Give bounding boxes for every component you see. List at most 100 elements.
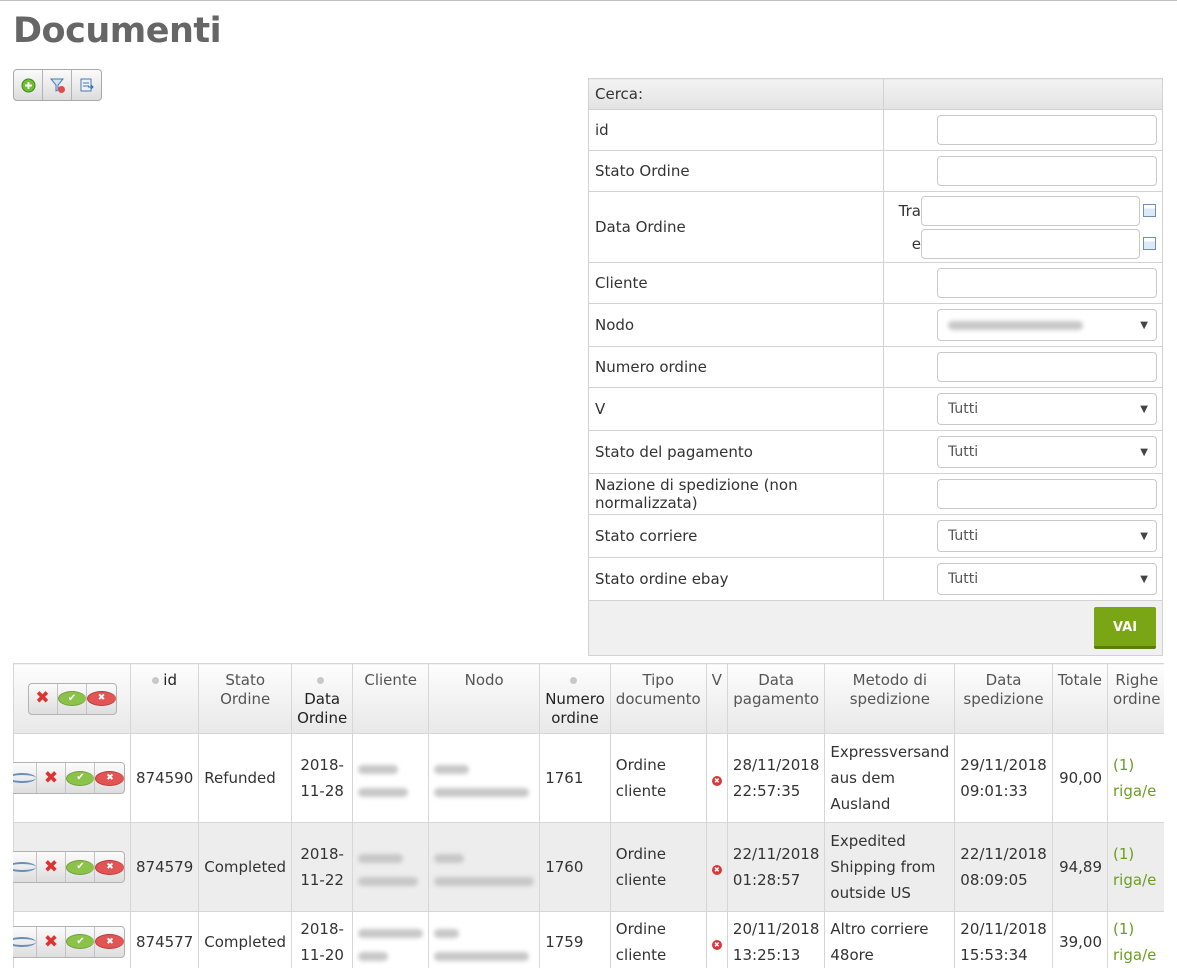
col-totale[interactable]: Totale — [1052, 664, 1107, 734]
col-stato-ordine[interactable]: Stato Ordine — [199, 664, 292, 734]
righe-link[interactable]: (1) riga/e — [1113, 756, 1156, 800]
view-button[interactable] — [13, 763, 37, 793]
sort-icon — [570, 677, 577, 684]
approve-button[interactable]: ✔ — [66, 763, 95, 793]
col-v[interactable]: V — [706, 664, 727, 734]
cell-v: ✖ — [706, 912, 727, 968]
stato-ebay-select[interactable]: Tutti▼ — [937, 563, 1157, 595]
close-icon: ✖ — [95, 860, 124, 875]
check-icon: ✔ — [66, 934, 94, 949]
vai-button[interactable]: VAI — [1094, 607, 1156, 649]
righe-link[interactable]: (1) riga/e — [1113, 845, 1156, 889]
cell-numero: 1760 — [540, 823, 611, 912]
approve-all-button[interactable]: ✔ — [58, 684, 87, 714]
stato-pagamento-select[interactable]: Tutti▼ — [937, 436, 1157, 468]
col-data-spedizione[interactable]: Data spedizione — [955, 664, 1052, 734]
chevron-down-icon: ▼ — [1140, 404, 1148, 415]
col-cliente[interactable]: Cliente — [353, 664, 429, 734]
data-ordine-label: Data Ordine — [589, 192, 884, 263]
id-input[interactable] — [937, 115, 1157, 145]
cell-nodo — [429, 912, 540, 968]
cell-metodo: Altro corriere 48ore — [825, 912, 955, 968]
delete-all-button[interactable]: ✖ — [29, 684, 58, 714]
delete-button[interactable]: ✖ — [37, 763, 66, 793]
cell-totale: 90,00 — [1052, 734, 1107, 823]
col-metodo-spedizione[interactable]: Metodo di spedizione — [825, 664, 955, 734]
magnifier-icon — [13, 937, 36, 947]
cell-nodo — [429, 823, 540, 912]
calendar-icon[interactable] — [1143, 204, 1156, 217]
cell-righe[interactable]: (1) riga/e — [1108, 823, 1164, 912]
redacted-value — [358, 877, 418, 886]
col-tipo-documento[interactable]: Tipo documento — [610, 664, 706, 734]
table-row: ✖ ✔ ✖ 874590 Refunded 2018-11-28 1761 Or… — [14, 734, 1165, 823]
cell-id: 874590 — [131, 734, 199, 823]
reject-button[interactable]: ✖ — [95, 927, 124, 957]
delete-icon: ✖ — [37, 854, 65, 880]
view-button[interactable] — [13, 927, 37, 957]
delete-icon: ✖ — [29, 689, 57, 708]
col-numero-ordine[interactable]: Numero ordine — [540, 664, 611, 734]
cell-metodo: Expressversand aus dem Ausland — [825, 734, 955, 823]
results-grid: ✖ ✔ ✖ id Stato Ordine Data Ordine Client… — [13, 663, 1164, 968]
clear-filter-button[interactable] — [43, 70, 72, 100]
col-righe-ordine[interactable]: Righe ordine — [1108, 664, 1164, 734]
cell-data-spedizione: 29/11/2018 09:01:33 — [955, 734, 1052, 823]
reject-button[interactable]: ✖ — [95, 763, 124, 793]
cell-metodo: Expedited Shipping from outside US — [825, 823, 955, 912]
v-label: V — [589, 388, 884, 431]
chevron-down-icon: ▼ — [1140, 447, 1148, 458]
e-label: e — [912, 235, 921, 253]
righe-link[interactable]: (1) riga/e — [1113, 920, 1156, 964]
cell-tipo: Ordine cliente — [610, 734, 706, 823]
check-icon: ✔ — [66, 771, 94, 786]
stato-corriere-label: Stato corriere — [589, 515, 884, 558]
stato-corriere-select[interactable]: Tutti▼ — [937, 520, 1157, 552]
table-row: ✖ ✔ ✖ 874577 Completed 2018-11-20 1759 O… — [14, 912, 1165, 968]
cell-tipo: Ordine cliente — [610, 912, 706, 968]
approve-button[interactable]: ✔ — [66, 852, 95, 882]
v-select[interactable]: Tutti▼ — [937, 393, 1157, 425]
cell-righe[interactable]: (1) riga/e — [1108, 734, 1164, 823]
col-data-pagamento[interactable]: Data pagamento — [727, 664, 824, 734]
cell-data-spedizione: 22/11/2018 08:09:05 — [955, 823, 1052, 912]
cell-data-pagamento: 20/11/2018 13:25:13 — [727, 912, 824, 968]
cell-numero: 1759 — [540, 912, 611, 968]
col-data-ordine[interactable]: Data Ordine — [292, 664, 353, 734]
cell-nodo — [429, 734, 540, 823]
nazione-input[interactable] — [937, 479, 1157, 509]
row-actions: ✖ ✔ ✖ — [13, 851, 125, 883]
cell-stato: Completed — [199, 912, 292, 968]
cliente-input[interactable] — [937, 268, 1157, 298]
status-error-icon: ✖ — [712, 865, 722, 875]
reject-all-button[interactable]: ✖ — [87, 684, 116, 714]
date-from-input[interactable] — [921, 196, 1140, 226]
reject-button[interactable]: ✖ — [95, 852, 124, 882]
nodo-select[interactable]: ▼ — [937, 309, 1157, 341]
close-icon: ✖ — [95, 771, 124, 786]
delete-button[interactable]: ✖ — [37, 852, 66, 882]
cell-data: 2018-11-20 — [292, 912, 353, 968]
delete-button[interactable]: ✖ — [37, 927, 66, 957]
redacted-value — [434, 788, 529, 797]
cell-righe[interactable]: (1) riga/e — [1108, 912, 1164, 968]
date-to-input[interactable] — [921, 229, 1140, 259]
calendar-icon[interactable] — [1143, 237, 1156, 250]
check-icon: ✔ — [58, 691, 86, 706]
redacted-value — [358, 788, 408, 797]
cell-stato: Completed — [199, 823, 292, 912]
export-button[interactable] — [72, 70, 101, 100]
view-button[interactable] — [13, 852, 37, 882]
col-id[interactable]: id — [131, 664, 199, 734]
numero-ordine-input[interactable] — [937, 352, 1157, 382]
add-button[interactable] — [14, 70, 43, 100]
col-nodo[interactable]: Nodo — [429, 664, 540, 734]
redacted-value — [434, 952, 529, 961]
cell-data: 2018-11-28 — [292, 734, 353, 823]
cell-totale: 94,89 — [1052, 823, 1107, 912]
row-actions: ✖ ✔ ✖ — [13, 926, 125, 958]
stato-ordine-input[interactable] — [937, 156, 1157, 186]
numero-ordine-label: Numero ordine — [589, 347, 884, 388]
cell-cliente — [353, 912, 429, 968]
approve-button[interactable]: ✔ — [66, 927, 95, 957]
